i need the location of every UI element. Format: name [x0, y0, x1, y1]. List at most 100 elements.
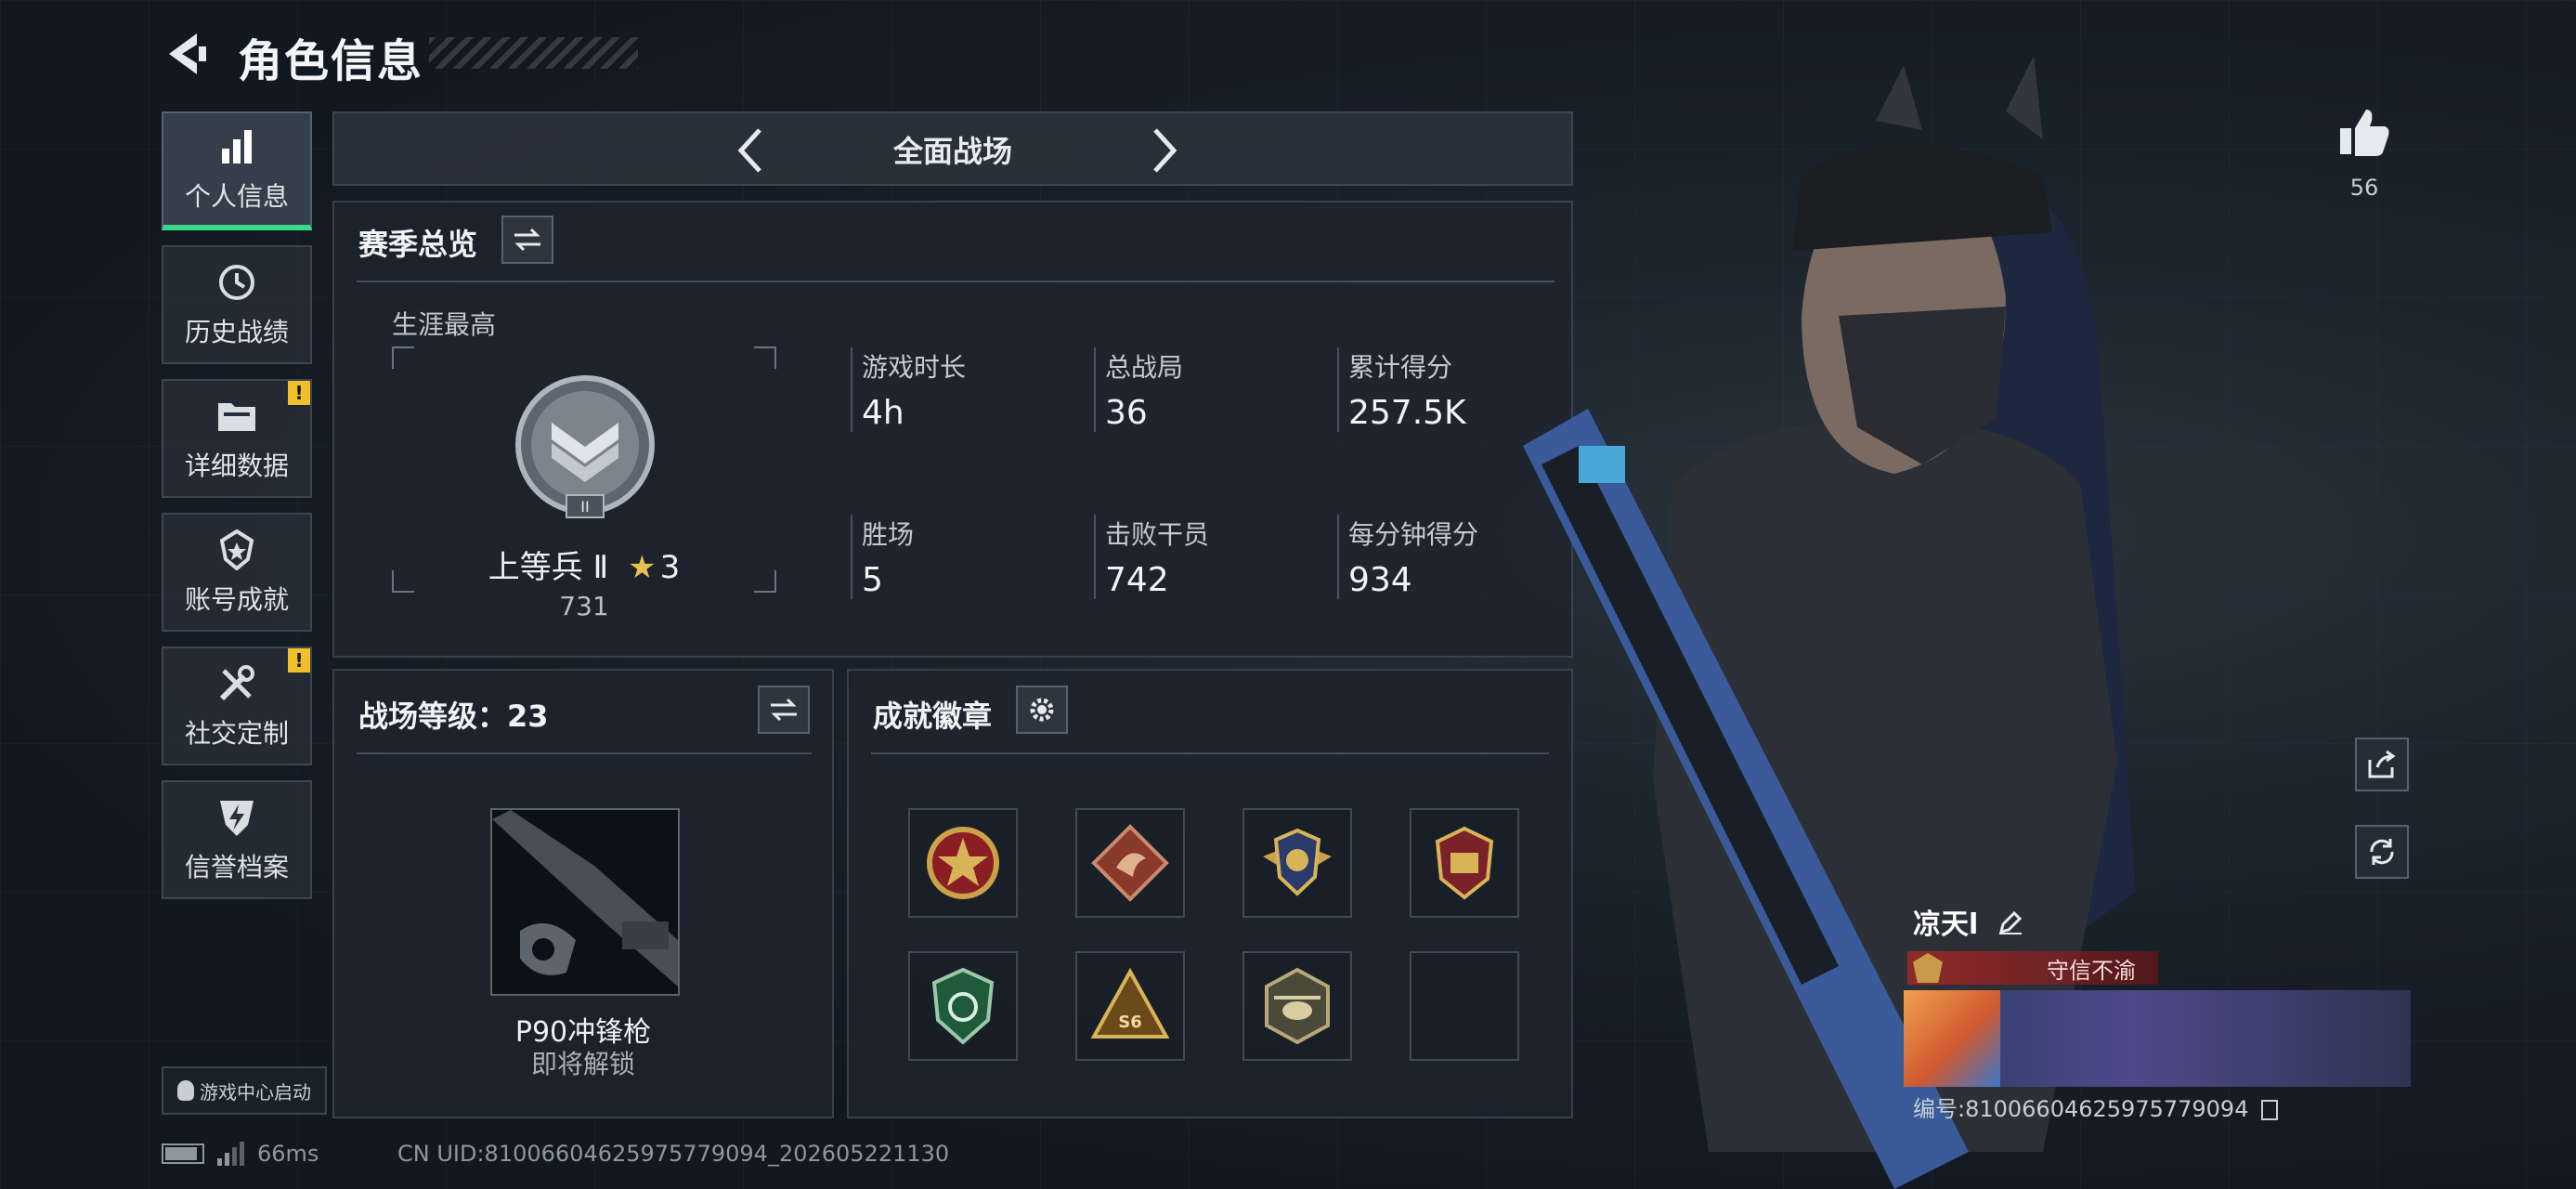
- shield-wings-badge-icon: [1263, 828, 1332, 896]
- stat-value: 36: [1105, 394, 1148, 432]
- nav-label: 账号成就: [184, 584, 289, 615]
- player-id: 编号:81006604625975779094: [1913, 1096, 2249, 1122]
- tools-icon: [215, 661, 259, 706]
- back-arrow-icon: [169, 33, 206, 74]
- alert-badge: !: [288, 648, 310, 673]
- rank-score: 731: [559, 591, 609, 621]
- nav-label: 个人信息: [184, 181, 289, 212]
- divider: [357, 752, 812, 754]
- page-title: 角色信息: [238, 35, 424, 87]
- rank-name-row: 上等兵 Ⅱ ★ 3: [392, 542, 776, 587]
- badge-slot[interactable]: [908, 808, 1018, 918]
- game-center-button[interactable]: 游戏中心启动: [162, 1066, 327, 1115]
- edit-name-button[interactable]: [1997, 909, 2023, 943]
- frame-corner: [754, 346, 776, 369]
- history-icon: [215, 260, 259, 305]
- season-title: 赛季总览: [358, 227, 478, 262]
- star-icon: ★: [628, 549, 657, 586]
- player-card: 凉天l 守信不渝 编号:81006604625975779094: [1904, 901, 2411, 1133]
- mode-title: 全面战场: [892, 134, 1012, 169]
- stat-total-matches: 总战局 36: [1094, 347, 1317, 432]
- badge-s6-text: S6: [1118, 1013, 1142, 1032]
- stat-play-time: 游戏时长 4h: [851, 347, 1073, 432]
- stat-value: 4h: [862, 394, 904, 432]
- game-center-label: 游戏中心启动: [200, 1080, 311, 1104]
- level-title: 战场等级：23: [358, 699, 549, 734]
- player-name: 凉天l: [1913, 908, 1979, 941]
- helicopter-badge-icon: [1265, 967, 1330, 1045]
- p90-weapon-icon: [492, 810, 678, 986]
- rank-label: 生涯最高: [392, 309, 497, 340]
- player-banner[interactable]: [1904, 990, 2411, 1087]
- stat-value: 5: [862, 561, 883, 599]
- player-title-tag: 守信不渝: [1907, 951, 2158, 985]
- nav-item-personal-info[interactable]: 个人信息: [162, 111, 312, 230]
- nav-item-detail-data[interactable]: 详细数据 !: [162, 379, 312, 498]
- badge-settings-button[interactable]: [1016, 686, 1068, 734]
- mode-selector: 全面战场: [332, 111, 1573, 186]
- divider: [871, 752, 1549, 754]
- alert-badge: !: [288, 381, 310, 405]
- stat-kills: 击败干员 742: [1094, 515, 1317, 599]
- season-overview-panel: 赛季总览 生涯最高 II 上等兵 Ⅱ ★ 3 731 游戏时长 4h 总战局 36…: [332, 201, 1573, 658]
- like-button[interactable]: [2336, 104, 2392, 160]
- player-id-row: 编号:81006604625975779094: [1913, 1091, 2279, 1123]
- stat-label: 游戏时长: [862, 352, 967, 383]
- level-switch-button[interactable]: [758, 686, 810, 734]
- weapon-image[interactable]: [490, 808, 680, 996]
- copy-icon[interactable]: [2261, 1100, 2279, 1120]
- credit-icon: [215, 795, 259, 840]
- signal-icon: [217, 1142, 244, 1166]
- status-bar: 66ms: [162, 1141, 319, 1167]
- stat-label: 击败干员: [1105, 519, 1210, 550]
- bar-chart-icon: [215, 124, 259, 169]
- share-button[interactable]: [2355, 738, 2409, 791]
- nav-label: 历史战绩: [184, 317, 289, 347]
- nav-item-social[interactable]: 社交定制 !: [162, 647, 312, 765]
- uid-text: CN UID:81006604625975779094_202605221130: [397, 1141, 950, 1167]
- stat-wins: 胜场 5: [851, 515, 1073, 599]
- nav-item-achievements[interactable]: 账号成就: [162, 513, 312, 632]
- swap-icon: [771, 698, 797, 722]
- refresh-button[interactable]: [2355, 825, 2409, 879]
- season-switch-button[interactable]: [501, 216, 553, 264]
- star-emblem-badge-icon: [927, 827, 999, 899]
- next-mode-button[interactable]: [1135, 123, 1190, 178]
- green-shield-badge-icon: [931, 967, 995, 1045]
- nav-label: 信誉档案: [184, 852, 289, 882]
- player-title: 守信不渝: [2047, 957, 2136, 984]
- pencil-icon: [1998, 910, 2022, 934]
- badge-slot[interactable]: [1242, 808, 1352, 918]
- refresh-icon: [2370, 839, 2394, 865]
- achievement-icon: [215, 528, 259, 572]
- back-button[interactable]: [160, 28, 212, 80]
- badge-slot[interactable]: [1242, 951, 1352, 1061]
- divider: [357, 281, 1555, 282]
- weapon-status: 即将解锁: [530, 1049, 635, 1079]
- rank-emblem-icon: II: [515, 375, 655, 518]
- qq-icon: [177, 1080, 194, 1101]
- nav-label: 详细数据: [184, 451, 289, 481]
- rank-numeral: II: [580, 498, 589, 516]
- like-count: 56: [2349, 175, 2379, 201]
- chevron-right-icon: [1153, 128, 1177, 173]
- player-name-row: 凉天l: [1913, 901, 2023, 943]
- badges-title: 成就徽章: [873, 699, 993, 734]
- swap-icon: [514, 228, 540, 252]
- nav-item-history[interactable]: 历史战绩: [162, 245, 312, 364]
- title-decoration: [429, 37, 638, 69]
- badge-slot[interactable]: [908, 951, 1018, 1061]
- badge-slot[interactable]: S6: [1075, 951, 1185, 1061]
- stat-value: 742: [1105, 561, 1169, 599]
- battery-icon: [162, 1143, 204, 1164]
- badge-slot[interactable]: [1075, 808, 1185, 918]
- rank-name: 上等兵 Ⅱ: [488, 549, 609, 586]
- avatar[interactable]: [1904, 990, 2000, 1087]
- nav-label: 社交定制: [184, 718, 289, 749]
- s6-triangle-badge-icon: S6: [1090, 967, 1170, 1039]
- nav-item-credit[interactable]: 信誉档案: [162, 780, 312, 899]
- thumbs-up-icon: [2340, 110, 2389, 156]
- rank-stars: 3: [659, 549, 681, 586]
- stat-label: 总战局: [1105, 352, 1184, 383]
- frame-corner: [392, 346, 414, 369]
